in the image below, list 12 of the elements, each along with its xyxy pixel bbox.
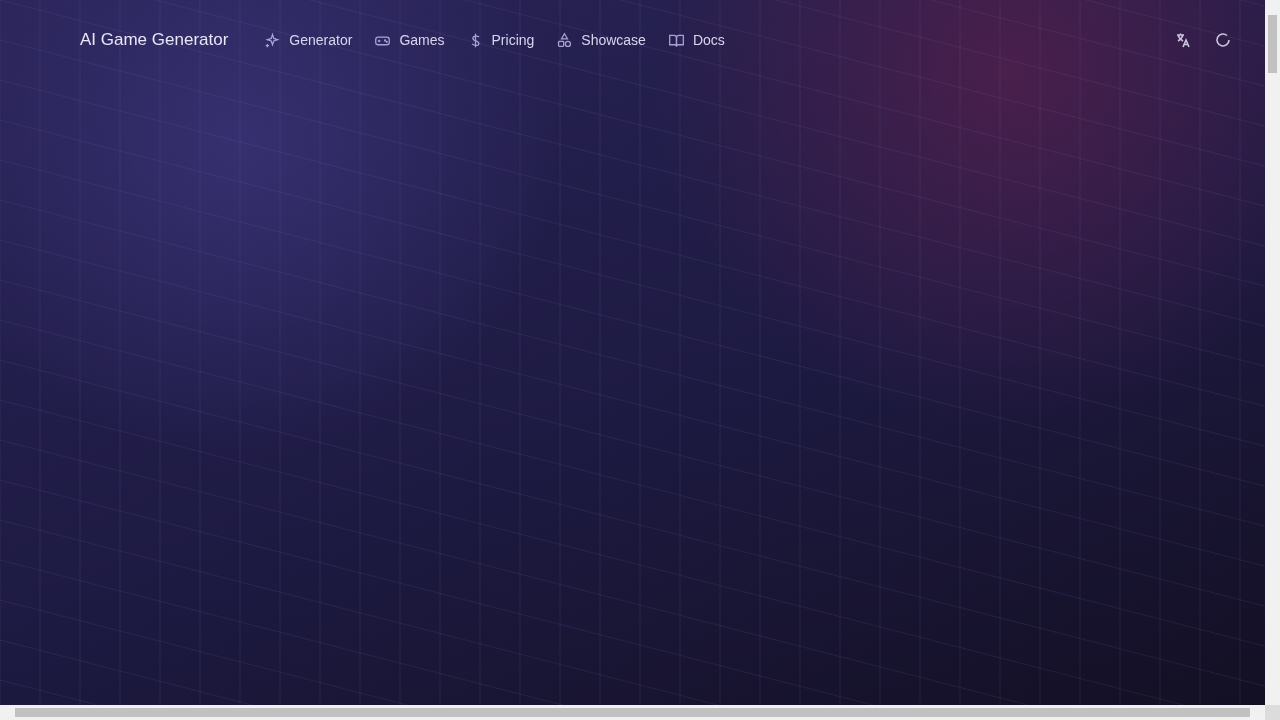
loading-spinner-icon: [1215, 32, 1231, 48]
nav-link[interactable]: Pricing: [466, 31, 535, 49]
vertical-scrollbar[interactable]: [1265, 0, 1280, 705]
nav-link[interactable]: Generator: [264, 31, 353, 49]
nav-link[interactable]: Games: [374, 31, 445, 49]
translate-icon[interactable]: [1175, 32, 1191, 48]
horizontal-scrollbar[interactable]: [0, 705, 1265, 720]
nav-link[interactable]: Docs: [667, 31, 725, 49]
sparkles-icon: [264, 31, 282, 49]
logo[interactable]: AI Game Generator: [80, 30, 229, 50]
nav-link[interactable]: Showcase: [556, 31, 646, 49]
shapes-icon: [556, 31, 574, 49]
